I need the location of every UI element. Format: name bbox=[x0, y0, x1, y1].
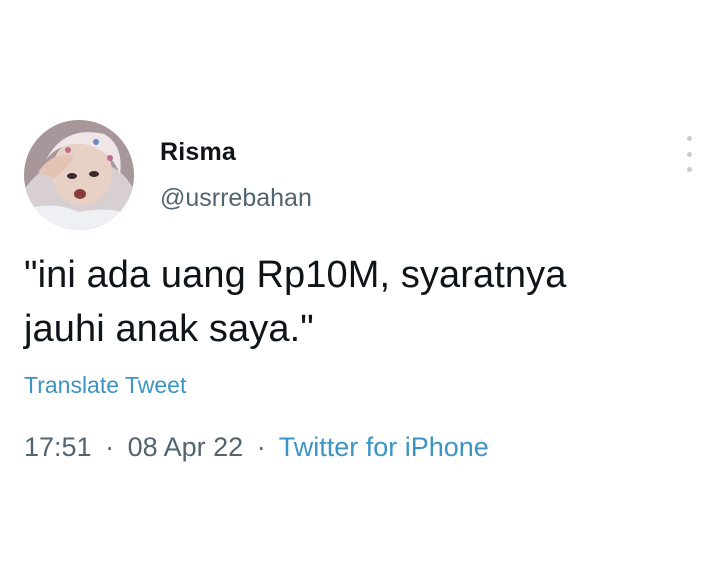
avatar[interactable] bbox=[24, 120, 134, 230]
separator-dot: · bbox=[256, 432, 266, 462]
tweet-time[interactable]: 17:51 bbox=[24, 432, 92, 462]
profile-photo-icon bbox=[24, 120, 134, 230]
translate-tweet-link[interactable]: Translate Tweet bbox=[24, 372, 186, 399]
tweet-text: "ini ada uang Rp10M, syaratnya jauhi ana… bbox=[24, 254, 567, 350]
tweet-date[interactable]: 08 Apr 22 bbox=[128, 432, 244, 462]
separator-dot: · bbox=[105, 432, 115, 462]
author-display-name[interactable]: Risma bbox=[160, 138, 236, 167]
tweet-card: Risma @usrrebahan "ini ada uang Rp10M, s… bbox=[0, 0, 720, 584]
tweet-source-link[interactable]: Twitter for iPhone bbox=[279, 432, 489, 462]
tweet-metadata: 17:51 · 08 Apr 22 · Twitter for iPhone bbox=[24, 432, 489, 463]
more-vertical-icon bbox=[686, 136, 692, 141]
more-options-button[interactable] bbox=[681, 136, 697, 172]
author-handle[interactable]: @usrrebahan bbox=[160, 184, 312, 213]
